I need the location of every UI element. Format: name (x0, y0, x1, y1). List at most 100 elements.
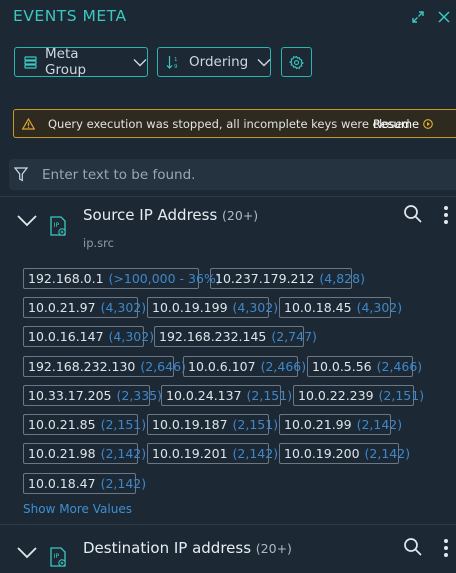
meta-value-chip[interactable]: 10.0.22.239 (2,151) (293, 385, 424, 406)
meta-value-chip[interactable]: 10.0.19.201 (2,142) (147, 443, 278, 464)
meta-value-chip[interactable]: 10.0.21.85 (2,151) (23, 414, 146, 435)
meta-value-chip[interactable]: 10.33.17.205 (2,335) (23, 385, 162, 406)
section-title-text: Destination IP address (83, 539, 252, 557)
meta-value: 10.0.21.99 (284, 417, 352, 432)
meta-value-count: (2,142) (100, 446, 147, 461)
meta-value-count: (2,142) (100, 476, 147, 491)
play-circle-icon (423, 119, 433, 129)
sort-icon: 1 9 (166, 55, 178, 70)
search-icon[interactable] (403, 537, 423, 561)
meta-value: 10.0.24.137 (166, 388, 242, 403)
meta-value-chip[interactable]: 10.0.19.200 (2,142) (279, 443, 410, 464)
svg-text:1: 1 (174, 57, 178, 63)
svg-text:9: 9 (174, 64, 178, 70)
ip-icon: IP (47, 546, 69, 568)
meta-group-button[interactable]: Meta Group (14, 46, 148, 78)
meta-value-chip[interactable]: 10.0.24.137 (2,151) (161, 385, 292, 406)
meta-value-chip[interactable]: 10.0.6.107 (2,466) (183, 356, 306, 377)
section-title: Source IP Address (20+) (83, 206, 258, 224)
meta-value: 10.0.19.187 (152, 417, 228, 432)
meta-value-count: (2,151) (232, 417, 279, 432)
meta-value: 10.0.22.239 (298, 388, 374, 403)
meta-value-chip[interactable]: 192.168.232.130 (2,646) (23, 356, 186, 377)
ordering-button[interactable]: 1 9 Ordering (157, 47, 271, 77)
meta-value-count: (2,142) (356, 417, 403, 432)
meta-value: 10.0.21.98 (28, 446, 96, 461)
meta-value-chip[interactable]: 10.0.18.47 (2,142) (23, 473, 146, 494)
meta-value-chip[interactable]: 10.237.179.212 (4,828) (210, 268, 365, 289)
chevron-down-icon (257, 58, 271, 66)
divider (0, 196, 456, 197)
meta-value-chip[interactable]: 10.0.18.45 (4,302) (279, 297, 402, 318)
meta-value-count: (2,747) (271, 329, 317, 344)
chevron-down-icon (133, 58, 147, 66)
meta-value-chip[interactable]: 192.168.0.1 (>100,000 - 36%) (23, 268, 221, 289)
close-icon[interactable] (436, 9, 452, 25)
warning-message: Query execution was stopped, all incompl… (48, 117, 410, 131)
meta-value: 10.0.5.56 (312, 359, 372, 374)
query-stopped-warning: Query execution was stopped, all incompl… (13, 109, 456, 138)
chevron-down-icon[interactable] (16, 545, 38, 559)
meta-value-count: (2,466) (260, 359, 307, 374)
more-vertical-icon[interactable] (442, 538, 450, 562)
meta-value-count: (2,466) (376, 359, 423, 374)
section-count: (20+) (255, 541, 292, 556)
meta-value-count: (2,646) (140, 359, 186, 374)
meta-value: 192.168.232.145 (159, 329, 267, 344)
ordering-label: Ordering (189, 54, 249, 70)
meta-value-chip[interactable]: 10.0.21.97 (4,302) (23, 297, 146, 318)
meta-key: ip.src (83, 236, 114, 250)
meta-value: 10.33.17.205 (28, 388, 112, 403)
meta-value-chip[interactable]: 192.168.232.145 (2,747) (154, 326, 317, 347)
meta-value: 10.0.19.201 (152, 446, 228, 461)
svg-text:IP: IP (54, 552, 60, 560)
meta-value: 192.168.0.1 (28, 271, 104, 286)
meta-value: 10.0.6.107 (188, 359, 256, 374)
section-title-text: Source IP Address (83, 206, 218, 224)
resume-button[interactable]: Resume (373, 117, 433, 131)
filter-bar (9, 159, 456, 190)
section-title: Destination IP address (20+) (83, 539, 292, 557)
warning-icon (22, 118, 35, 130)
meta-value-count: (2,151) (100, 417, 147, 432)
meta-value: 192.168.232.130 (28, 359, 136, 374)
meta-value-chip[interactable]: 10.0.19.199 (4,302) (147, 297, 278, 318)
meta-value-chip[interactable]: 10.0.5.56 (2,466) (307, 356, 422, 377)
meta-value: 10.0.21.97 (28, 300, 96, 315)
search-icon[interactable] (403, 204, 423, 228)
panel-header: EVENTS META (0, 0, 456, 36)
filter-input[interactable] (40, 163, 444, 187)
settings-button[interactable] (281, 47, 312, 77)
meta-value: 10.0.19.199 (152, 300, 228, 315)
meta-value: 10.237.179.212 (215, 271, 315, 286)
more-vertical-icon[interactable] (442, 205, 450, 229)
list-icon (24, 55, 37, 69)
svg-text:IP: IP (54, 221, 60, 229)
meta-value: 10.0.16.147 (28, 329, 104, 344)
meta-value-chip[interactable]: 10.0.19.187 (2,151) (147, 414, 278, 435)
divider (0, 524, 456, 525)
expand-icon[interactable] (410, 9, 426, 25)
meta-value-count: (4,302) (100, 300, 147, 315)
chevron-down-icon[interactable] (16, 213, 38, 227)
gear-icon (289, 55, 304, 69)
meta-value: 10.0.18.45 (284, 300, 352, 315)
meta-value-count: (2,142) (232, 446, 279, 461)
section-count: (20+) (222, 208, 259, 223)
meta-value-count: (4,828) (319, 271, 365, 286)
meta-value-chip[interactable]: 10.0.21.98 (2,142) (23, 443, 146, 464)
meta-value-count: (4,302) (108, 329, 155, 344)
meta-value-count: (2,335) (116, 388, 163, 403)
meta-value-chip[interactable]: 10.0.16.147 (4,302) (23, 326, 154, 347)
filter-icon (14, 167, 28, 182)
meta-value: 10.0.18.47 (28, 476, 96, 491)
meta-group-label: Meta Group (45, 46, 87, 78)
resume-label: Resume (373, 117, 420, 131)
meta-value-count: (>100,000 - 36%) (108, 271, 221, 286)
meta-value: 10.0.21.85 (28, 417, 96, 432)
ip-icon: IP (47, 215, 69, 237)
meta-value-count: (4,302) (356, 300, 403, 315)
meta-value-count: (2,151) (378, 388, 425, 403)
show-more-values-link[interactable]: Show More Values (23, 502, 132, 516)
meta-value-chip[interactable]: 10.0.21.99 (2,142) (279, 414, 402, 435)
